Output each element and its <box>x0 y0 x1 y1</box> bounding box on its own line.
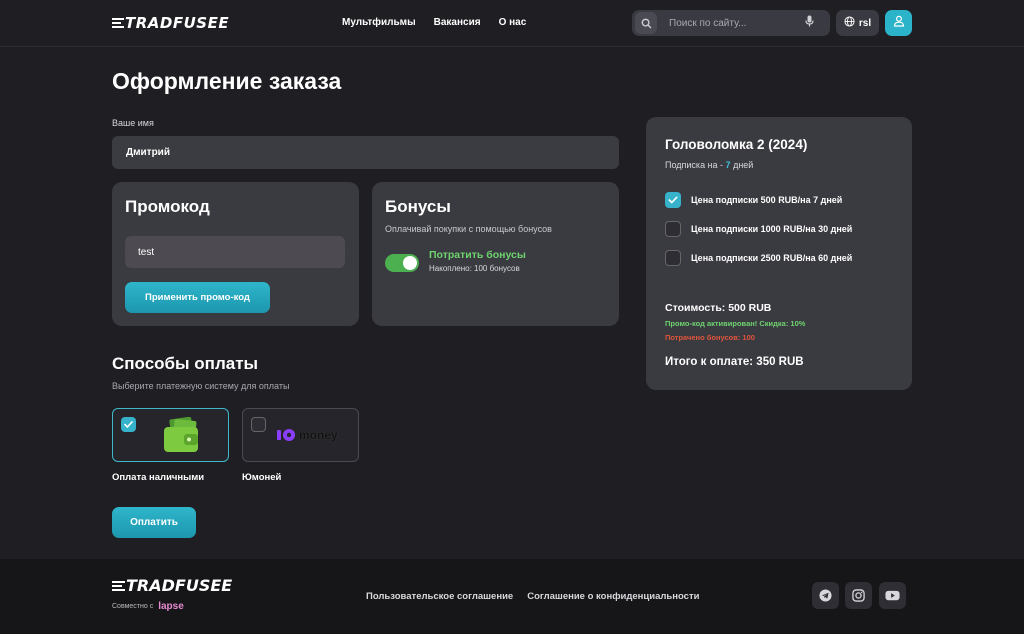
plan-checkbox[interactable] <box>665 250 681 266</box>
payment-label-cash: Оплата наличными <box>112 472 205 483</box>
cost-text: Стоимость: 500 RUB <box>665 302 772 314</box>
site-logo[interactable]: TRADFUSEE <box>112 14 229 32</box>
user-icon <box>893 14 905 32</box>
yoomoney-checkbox[interactable] <box>251 417 266 432</box>
movie-title: Головоломка 2 (2024) <box>665 137 808 152</box>
promo-code-input[interactable] <box>125 236 345 268</box>
site-footer: TRADFUSEE Совместно с lapse Пользователь… <box>0 559 1024 634</box>
partner-logo[interactable]: lapse <box>158 601 184 612</box>
toggle-knob <box>403 256 417 270</box>
plan-label: Цена подписки 500 RUB/на 7 дней <box>691 195 843 205</box>
payment-label-yoomoney: Юмоней <box>242 472 282 483</box>
subscription-days: Подписка на - 7 дней <box>665 160 753 170</box>
promo-card: Промокод Применить промо-код <box>112 182 359 326</box>
bonus-spent-text: Потрачено бонусов: 100 <box>665 333 755 342</box>
payment-option-yoomoney[interactable]: money <box>242 408 359 462</box>
footer-logo[interactable]: TRADFUSEE <box>112 576 232 595</box>
plan-label: Цена подписки 1000 RUB/на 30 дней <box>691 224 853 234</box>
logo-bars-icon <box>112 18 124 28</box>
language-label: rsl <box>858 17 872 29</box>
bonus-card: Бонусы Оплачивай покупки с помощью бонус… <box>372 182 619 326</box>
yoomoney-brand-text: money <box>299 428 338 442</box>
apply-promo-button[interactable]: Применить промо-код <box>125 282 270 313</box>
bonus-subtitle: Оплачивай покупки с помощью бонусов <box>385 224 552 234</box>
search-icon[interactable] <box>635 12 657 34</box>
subscription-suffix: дней <box>730 160 754 170</box>
total-text: Итого к оплате: 350 RUB <box>665 356 804 368</box>
nav-item-vacancy[interactable]: Вакансия <box>434 17 481 28</box>
footer-links: Пользовательское соглашение Соглашение о… <box>366 591 699 602</box>
plan-checkbox[interactable] <box>665 192 681 208</box>
payment-option-cash[interactable] <box>112 408 229 462</box>
user-profile-button[interactable] <box>885 10 912 36</box>
name-input[interactable] <box>112 136 619 169</box>
user-agreement-link[interactable]: Пользовательское соглашение <box>366 591 513 602</box>
spend-bonus-label: Потратить бонусы <box>429 249 526 261</box>
partner-prefix: Совместно с <box>112 603 154 610</box>
promo-title: Промокод <box>125 197 210 216</box>
globe-icon <box>844 16 855 30</box>
cash-checkbox[interactable] <box>121 417 136 432</box>
plan-option-30-days[interactable]: Цена подписки 1000 RUB/на 30 дней <box>665 221 852 237</box>
plan-option-60-days[interactable]: Цена подписки 2500 RUB/на 60 дней <box>665 250 852 266</box>
plan-option-7-days[interactable]: Цена подписки 500 RUB/на 7 дней <box>665 192 842 208</box>
nav-item-about[interactable]: О нас <box>499 17 527 28</box>
name-label: Ваше имя <box>112 118 154 128</box>
plan-checkbox[interactable] <box>665 221 681 237</box>
privacy-policy-link[interactable]: Соглашение о конфиденциальности <box>527 591 699 602</box>
bonus-title: Бонусы <box>385 197 451 216</box>
wallet-icon <box>162 416 200 459</box>
logo-bars-icon <box>112 580 125 591</box>
nav-item-cartoons[interactable]: Мультфильмы <box>342 17 416 28</box>
plan-label: Цена подписки 2500 RUB/на 60 дней <box>691 253 853 263</box>
promo-status-text: Промо-код активирован! Скидка: 10% <box>665 319 806 328</box>
spend-bonus-toggle[interactable] <box>385 254 419 272</box>
subscription-prefix: Подписка на - <box>665 160 726 170</box>
logo-text: TRADFUSEE <box>125 14 230 32</box>
pay-button[interactable]: Оплатить <box>112 507 196 538</box>
order-summary-card: Головоломка 2 (2024) Подписка на - 7 дне… <box>646 117 912 390</box>
payment-methods-title: Способы оплаты <box>112 354 259 373</box>
check-icon <box>124 421 133 428</box>
page-title: Оформление заказа <box>112 68 342 94</box>
microphone-icon[interactable] <box>805 14 814 32</box>
yoomoney-logo-icon: money <box>277 428 338 442</box>
payment-methods-subtitle: Выберите платежную систему для оплаты <box>112 381 290 391</box>
language-selector[interactable]: rsl <box>836 10 879 36</box>
footer-logo-text: TRADFUSEE <box>126 576 233 595</box>
search-bar <box>632 10 830 36</box>
site-header: TRADFUSEE Мультфильмы Вакансия О нас rsl <box>0 0 1024 47</box>
search-input[interactable] <box>669 17 799 29</box>
main-nav: Мультфильмы Вакансия О нас <box>342 17 526 28</box>
telegram-icon[interactable] <box>812 582 839 609</box>
instagram-icon[interactable] <box>845 582 872 609</box>
accumulated-bonus-text: Накоплено: 100 бонусов <box>429 264 520 273</box>
check-icon <box>668 196 678 204</box>
youtube-icon[interactable] <box>879 582 906 609</box>
partner-credit: Совместно с lapse <box>112 601 184 612</box>
